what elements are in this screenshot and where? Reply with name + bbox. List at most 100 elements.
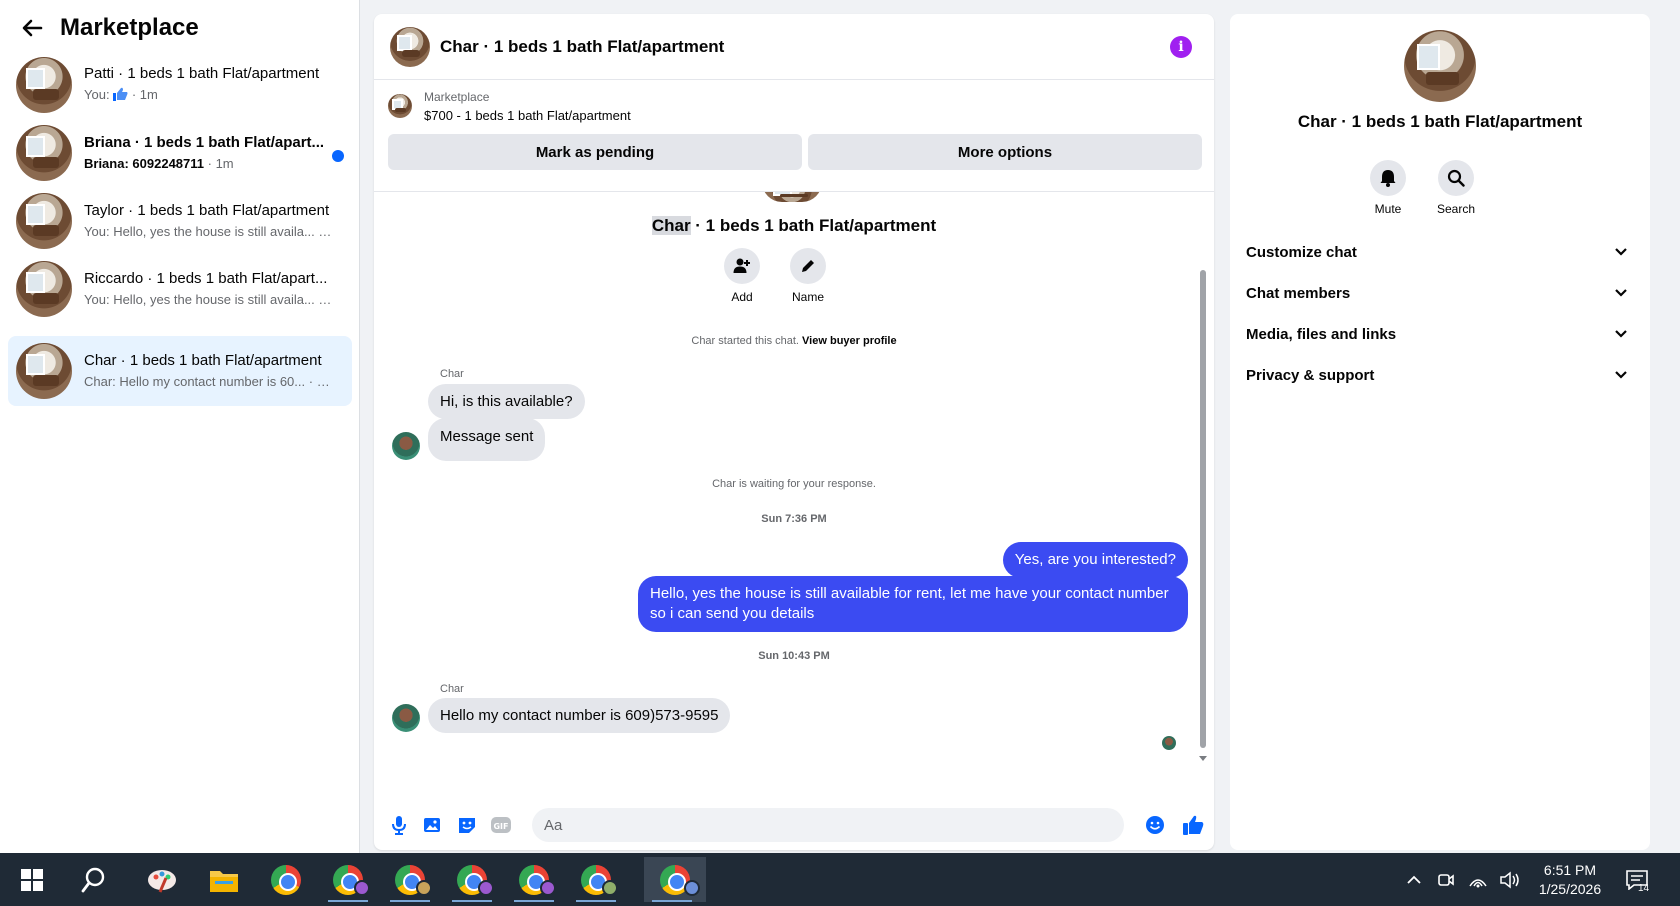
windows-start-icon[interactable] xyxy=(4,857,60,902)
conversation-time: · 1m xyxy=(318,292,334,307)
chevron-up-icon[interactable] xyxy=(1400,853,1428,906)
details-title: Char · 1 beds 1 bath Flat/apartment xyxy=(1297,112,1583,131)
conversation-snippet: Hello, yes the house is still availa... xyxy=(113,292,315,307)
conversation-prefix: Briana: xyxy=(84,156,129,171)
listing-price-title[interactable]: $700 - 1 beds 1 bath Flat/apartment xyxy=(424,108,631,123)
sidebar-header: Marketplace xyxy=(0,0,359,56)
details-avatar[interactable] xyxy=(1404,30,1476,102)
conversation-snippet: 6092248711 xyxy=(132,156,205,171)
search-icon[interactable] xyxy=(66,857,122,902)
chevron-down-icon xyxy=(1614,326,1628,343)
conversation-prefix: You: xyxy=(84,292,110,307)
chat-scrollbar[interactable] xyxy=(1198,186,1208,761)
chrome-profile-icon[interactable] xyxy=(444,857,500,902)
back-arrow-icon[interactable] xyxy=(18,14,46,42)
chrome-profile-icon[interactable] xyxy=(568,857,624,902)
conversation-prefix: Char: xyxy=(84,374,116,389)
search-action[interactable]: Search xyxy=(1426,160,1486,216)
chrome-profile-active-icon[interactable] xyxy=(644,857,706,902)
conversation-time: · 1m xyxy=(207,156,234,171)
chat-details-panel: Char · 1 beds 1 bath Flat/apartment Mute… xyxy=(1230,14,1650,850)
chrome-profile-icon[interactable] xyxy=(382,857,438,902)
like-icon[interactable] xyxy=(1182,814,1204,836)
pencil-icon[interactable] xyxy=(790,248,826,284)
info-icon[interactable]: i xyxy=(1170,36,1192,58)
thread-title: Char · 1 beds 1 bath Flat/apartment xyxy=(374,216,1214,236)
sender-name: Char xyxy=(440,683,464,695)
chevron-down-icon xyxy=(1614,285,1628,302)
search-label: Search xyxy=(1436,202,1476,216)
sender-avatar[interactable] xyxy=(392,704,420,732)
conversation-prefix: You: xyxy=(84,224,110,239)
chrome-profile-c-icon[interactable] xyxy=(320,857,376,902)
sidebar-title: Marketplace xyxy=(60,14,199,41)
chat-title[interactable]: Char · 1 beds 1 bath Flat/apartment xyxy=(440,37,724,57)
conversation-name: Char · 1 beds 1 bath Flat/apartment xyxy=(84,352,322,369)
name-action[interactable]: Name xyxy=(778,248,838,304)
photo-icon[interactable] xyxy=(422,814,444,836)
scroll-thumb[interactable] xyxy=(1200,270,1206,748)
bell-icon[interactable] xyxy=(1370,160,1406,196)
paint-app-icon[interactable] xyxy=(134,857,190,902)
privacy-support-row[interactable]: Privacy & support xyxy=(1246,355,1636,395)
gif-icon[interactable]: GIF xyxy=(490,814,512,836)
thumbs-up-icon xyxy=(113,87,128,106)
name-label: Name xyxy=(791,290,824,304)
timestamp: Sun 7:36 PM xyxy=(761,513,827,525)
system-clock[interactable]: 6:51 PM 1/25/2026 xyxy=(1530,861,1610,899)
outgoing-message[interactable]: Hello, yes the house is still available … xyxy=(638,576,1188,632)
microphone-icon[interactable] xyxy=(388,814,410,836)
listing-thumbnail xyxy=(16,343,72,399)
mute-action[interactable]: Mute xyxy=(1358,160,1418,216)
message-composer: GIF Aa xyxy=(374,802,1214,850)
incoming-message[interactable]: Hello my contact number is 609)573-9595 xyxy=(428,698,731,733)
chevron-down-icon xyxy=(1614,367,1628,384)
conversation-time: · 1m xyxy=(318,224,334,239)
marketplace-label: Marketplace xyxy=(424,90,490,104)
chat-members-row[interactable]: Chat members xyxy=(1246,273,1636,313)
conversation-snippet: Hello my contact number is 60... xyxy=(119,374,306,389)
incoming-message[interactable]: Message sent xyxy=(428,418,546,461)
section-label: Chat members xyxy=(1246,284,1351,302)
chat-started-notice: Char started this chat. View buyer profi… xyxy=(374,335,1214,347)
customize-chat-row[interactable]: Customize chat xyxy=(1246,232,1636,272)
incoming-message[interactable]: Hi, is this available? xyxy=(428,384,585,419)
chrome-profile-icon[interactable] xyxy=(506,857,562,902)
chat-avatar[interactable] xyxy=(390,26,430,67)
view-buyer-profile-link[interactable]: View buyer profile xyxy=(802,335,897,347)
outgoing-message[interactable]: Yes, are you interested? xyxy=(1002,542,1188,578)
emoji-icon[interactable] xyxy=(1144,814,1166,836)
media-files-links-row[interactable]: Media, files and links xyxy=(1246,314,1636,354)
listing-mini-thumbnail[interactable] xyxy=(388,94,412,118)
mark-as-pending-button[interactable]: Mark as pending xyxy=(388,134,802,170)
thread-name-highlight: Char xyxy=(651,216,691,235)
conversation-name: Briana · 1 beds 1 bath Flat/apart... xyxy=(84,134,325,151)
search-icon[interactable] xyxy=(1438,160,1474,196)
conversation-item-taylor[interactable]: Taylor · 1 beds 1 bath Flat/apartment Yo… xyxy=(8,186,352,256)
timestamp: Sun 10:43 PM xyxy=(758,650,830,662)
conversation-item-patti[interactable]: Patti · 1 beds 1 bath Flat/apartment You… xyxy=(8,50,352,120)
volume-icon[interactable] xyxy=(1496,853,1524,906)
file-explorer-icon[interactable] xyxy=(196,857,252,902)
conversation-item-riccardo[interactable]: Riccardo · 1 beds 1 bath Flat/apart... Y… xyxy=(8,254,352,324)
chrome-icon[interactable] xyxy=(258,857,314,902)
conversation-name: Patti · 1 beds 1 bath Flat/apartment xyxy=(84,65,320,82)
conversation-time: · 1m xyxy=(131,87,158,102)
conversation-name: Taylor · 1 beds 1 bath Flat/apartment xyxy=(84,202,330,219)
listing-thumbnail xyxy=(16,261,72,317)
conversation-item-char[interactable]: Char · 1 beds 1 bath Flat/apartment Char… xyxy=(8,336,352,406)
windows-taskbar: 6:51 PM 1/25/2026 14 xyxy=(0,853,1680,906)
section-label: Media, files and links xyxy=(1246,325,1397,343)
waiting-notice: Char is waiting for your response. xyxy=(712,478,876,490)
meet-now-icon[interactable] xyxy=(1432,853,1460,906)
add-person-icon[interactable] xyxy=(724,248,760,284)
conversation-item-briana[interactable]: Briana · 1 beds 1 bath Flat/apart... Bri… xyxy=(8,118,352,188)
sticker-icon[interactable] xyxy=(456,814,478,836)
message-input[interactable]: Aa xyxy=(532,808,1124,842)
scroll-down-arrow-icon[interactable] xyxy=(1199,756,1207,761)
add-action[interactable]: Add xyxy=(712,248,772,304)
more-options-button[interactable]: More options xyxy=(808,134,1202,170)
notification-center-icon[interactable] xyxy=(1620,853,1654,906)
sender-avatar[interactable] xyxy=(392,432,420,460)
wifi-icon[interactable] xyxy=(1464,853,1492,906)
